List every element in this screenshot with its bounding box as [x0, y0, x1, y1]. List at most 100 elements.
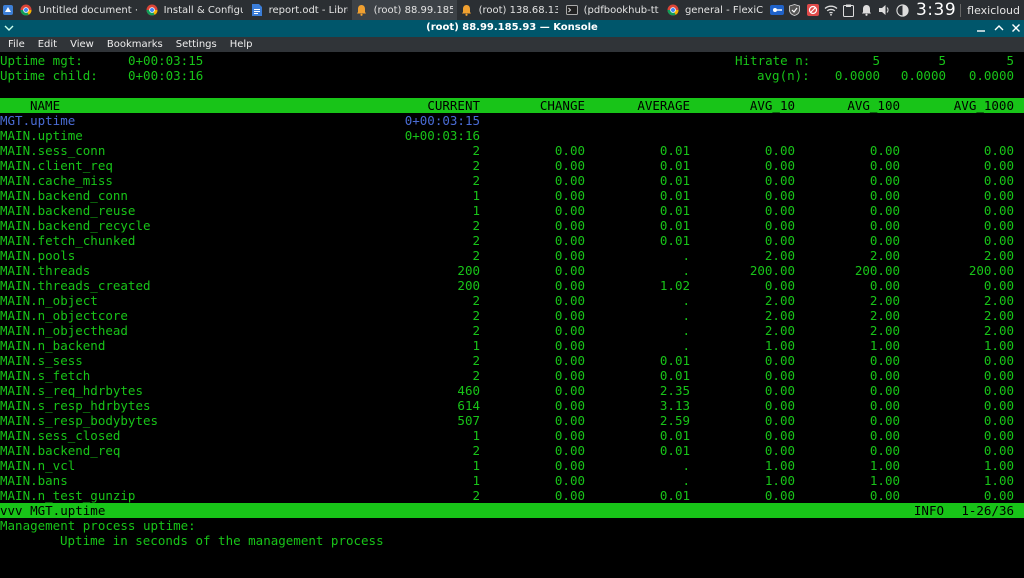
table-row[interactable]: MAIN.backend_reuse 1 0.00 0.01 0.00 0.00 0.00 [0, 203, 1024, 218]
table-row[interactable]: MAIN.cache_miss 2 0.00 0.01 0.00 0.00 0.00 [0, 173, 1024, 188]
hitrate-value-3: 5 [1006, 53, 1014, 68]
clock[interactable]: 3:39 [916, 0, 956, 20]
task-untitled-document[interactable]: Untitled document ⋯ [16, 0, 141, 20]
battery-icon[interactable] [896, 3, 910, 17]
table-row[interactable]: MAIN.threads 200 0.00. 200.00 200.00 200.00 [0, 263, 1024, 278]
table-row[interactable]: MAIN.n_objectcore 2 0.00. 2.00 2.00 2.00 [0, 308, 1024, 323]
table-row[interactable]: MGT.uptime 0+00:03:15 [0, 113, 1024, 128]
menu-file[interactable]: File [3, 39, 30, 50]
counter-current: 1 [472, 428, 480, 443]
menu-help[interactable]: Help [225, 39, 258, 50]
counter-avg10: 0.00 [764, 353, 795, 368]
table-row[interactable]: MAIN.sess_conn 2 0.00 0.01 0.00 0.00 0.00 [0, 143, 1024, 158]
counter-change: 0.00 [554, 473, 585, 488]
counter-avg1000: 0.00 [983, 278, 1014, 293]
counter-name: MAIN.n_object [0, 293, 98, 308]
counter-name: MAIN.sess_conn [0, 143, 106, 158]
counter-avg10: 200.00 [749, 263, 795, 278]
counter-current: 2 [472, 488, 480, 503]
counter-current: 2 [472, 143, 480, 158]
table-row[interactable]: MAIN.uptime 0+00:03:16 [0, 128, 1024, 143]
table-row[interactable]: MAIN.threads_created 200 0.00 1.02 0.00 0.00 0… [0, 278, 1024, 293]
counter-avg1000: 0.00 [983, 443, 1014, 458]
counter-avg1000: 200.00 [968, 263, 1014, 278]
table-row[interactable]: MAIN.sess_closed 1 0.00 0.01 0.00 0.00 0.00 [0, 428, 1024, 443]
table-row[interactable]: MAIN.backend_recycle 2 0.00 0.01 0.00 0.00 0.0… [0, 218, 1024, 233]
table-row[interactable]: MAIN.s_req_hdrbytes 460 0.00 2.35 0.00 0.00 0.… [0, 383, 1024, 398]
table-row[interactable]: MAIN.s_sess 2 0.00 0.01 0.00 0.00 0.00 [0, 353, 1024, 368]
system-tray: 3:39 flexicloud [768, 0, 1024, 20]
table-row[interactable]: MAIN.n_backend 1 0.00. 1.00 1.00 1.00 [0, 338, 1024, 353]
counter-change: 0.00 [554, 413, 585, 428]
counter-avg100: 1.00 [869, 473, 900, 488]
menu-settings[interactable]: Settings [171, 39, 222, 50]
task-pdfbookhub[interactable]: (pdfbookhub-tthgu⋯ [562, 0, 663, 20]
counter-name: MAIN.backend_recycle [0, 218, 151, 233]
terminal-icon [565, 4, 578, 16]
menu-bookmarks[interactable]: Bookmarks [102, 39, 168, 50]
counter-average: 0.01 [659, 428, 690, 443]
table-row[interactable]: MAIN.n_vcl 1 0.00. 1.00 1.00 1.00 [0, 458, 1024, 473]
counter-name: MAIN.pools [0, 248, 76, 263]
menu-view[interactable]: View [65, 39, 99, 50]
counter-change: 0.00 [554, 398, 585, 413]
volume-icon[interactable] [878, 3, 892, 17]
task-report-libreoffice[interactable]: report.odt - LibreO⋯ [247, 0, 352, 20]
table-row[interactable]: MAIN.backend_req 2 0.00 0.01 0.00 0.00 0.00 [0, 443, 1024, 458]
counter-average: . [682, 458, 690, 473]
counter-average: 0.01 [659, 368, 690, 383]
app-launcher-icon[interactable] [0, 0, 16, 20]
counter-average: 2.35 [659, 383, 690, 398]
close-icon[interactable] [1009, 21, 1023, 35]
counter-change: 0.00 [554, 428, 585, 443]
counter-change: 0.00 [554, 173, 585, 188]
table-row[interactable]: MAIN.n_objecthead 2 0.00. 2.00 2.00 2.00 [0, 323, 1024, 338]
counter-name: MAIN.threads_created [0, 278, 151, 293]
table-row[interactable]: MAIN.n_test_gunzip 2 0.00 0.01 0.00 0.00 0.00 [0, 488, 1024, 503]
task-konsole-88[interactable]: (root) 88.99.185.93⋯ [351, 0, 457, 20]
vpn-icon[interactable] [769, 3, 784, 17]
counter-average: . [682, 248, 690, 263]
menu-edit[interactable]: Edit [33, 39, 62, 50]
table-row[interactable]: MAIN.pools 2 0.00. 2.00 2.00 2.00 [0, 248, 1024, 263]
counter-name: MAIN.backend_conn [0, 188, 128, 203]
notification-bell-icon[interactable] [860, 3, 874, 17]
counter-avg10: 0.00 [764, 218, 795, 233]
counter-avg10: 0.00 [764, 188, 795, 203]
counter-avg1000: 0.00 [983, 413, 1014, 428]
blocked-icon[interactable] [806, 3, 820, 17]
wifi-icon[interactable] [824, 3, 838, 17]
task-general-flexicloud[interactable]: general - FlexiClou⋯ [663, 0, 768, 20]
uptime-child-value: 0+00:03:16 [128, 68, 204, 83]
counter-avg10: 0.00 [764, 428, 795, 443]
counter-avg1000: 0.00 [983, 188, 1014, 203]
header-average: AVERAGE [637, 98, 690, 113]
table-row[interactable]: MAIN.bans 1 0.00. 1.00 1.00 1.00 [0, 473, 1024, 488]
task-install-configure[interactable]: Install & Configure ⋯ [142, 0, 247, 20]
table-row[interactable]: MAIN.s_resp_hdrbytes 614 0.00 3.13 0.00 0.00 0… [0, 398, 1024, 413]
counter-name: MAIN.backend_req [0, 443, 121, 458]
table-row[interactable]: MAIN.client_req 2 0.00 0.01 0.00 0.00 0.00 [0, 158, 1024, 173]
status-level: INFO [913, 503, 944, 518]
shield-icon[interactable] [788, 3, 802, 17]
window-titlebar[interactable]: (root) 88.99.185.93 — Konsole [0, 20, 1024, 37]
table-row[interactable]: MAIN.s_fetch 2 0.00 0.01 0.00 0.00 0.00 [0, 368, 1024, 383]
header-current: CURRENT [427, 98, 480, 113]
counter-current: 1 [472, 188, 480, 203]
counter-avg1000: 0.00 [983, 218, 1014, 233]
terminal-area[interactable]: Uptime mgt: 0+00:03:15 Hitrate n: 5 5 5 … [0, 52, 1024, 576]
document-icon [251, 4, 263, 16]
table-row[interactable]: MAIN.n_object 2 0.00. 2.00 2.00 2.00 [0, 293, 1024, 308]
clipboard-icon[interactable] [842, 3, 856, 17]
description-text: Uptime in seconds of the management proc… [60, 533, 384, 548]
task-konsole-138[interactable]: (root) 138.68.132.1⋯ [457, 0, 562, 20]
taskbar: Untitled document ⋯ Install & Configure … [0, 0, 1024, 20]
table-row[interactable]: MAIN.s_resp_bodybytes 507 0.00 2.59 0.00 0.00… [0, 413, 1024, 428]
counter-change: 0.00 [554, 323, 585, 338]
counter-avg100: 0.00 [869, 353, 900, 368]
minimize-icon[interactable] [974, 21, 988, 35]
table-row[interactable]: MAIN.fetch_chunked 2 0.00 0.01 0.00 0.00 0.00 [0, 233, 1024, 248]
maximize-icon[interactable] [992, 21, 1006, 35]
table-row[interactable]: MAIN.backend_conn 1 0.00 0.01 0.00 0.00 0.00 [0, 188, 1024, 203]
user-name[interactable]: flexicloud [960, 3, 1024, 17]
